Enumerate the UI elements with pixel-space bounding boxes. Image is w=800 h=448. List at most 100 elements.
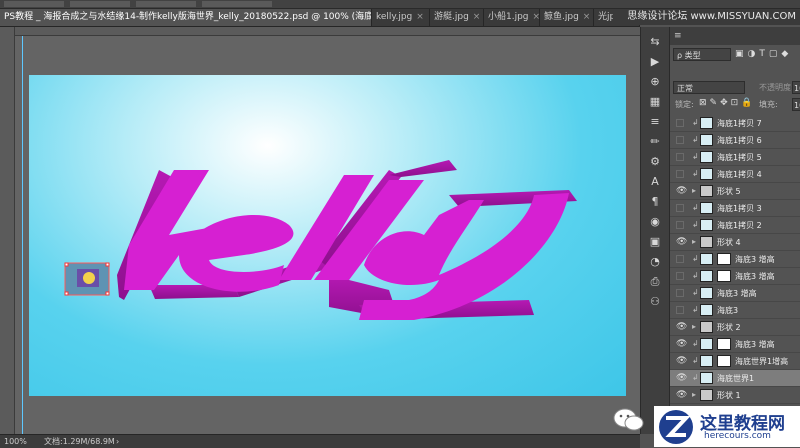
status-arrow-icon[interactable]: › (116, 435, 119, 448)
layer-thumbnail[interactable] (700, 236, 713, 248)
layer-row[interactable]: 👁 ▸ 形状 1 (670, 387, 800, 404)
zoom-level[interactable]: 100% (4, 435, 27, 448)
layer-row[interactable]: ↲ 海底1拷贝 4 (670, 166, 800, 183)
eye-icon[interactable]: 👁 (676, 373, 687, 383)
layer-thumbnail[interactable] (700, 134, 713, 146)
layer-thumbnail[interactable] (700, 372, 713, 384)
tool-icon[interactable]: ⊕ (647, 75, 663, 89)
eye-icon[interactable]: 👁 (676, 186, 687, 196)
tool-icon[interactable]: ✏ (647, 135, 663, 149)
document-info[interactable]: 文档:1.29M/68.9M (44, 435, 115, 448)
visibility-toggle[interactable] (676, 255, 684, 263)
visibility-toggle[interactable] (676, 170, 684, 178)
layer-thumbnail[interactable] (700, 117, 713, 129)
tool-icon[interactable]: ⇆ (647, 35, 663, 49)
expand-arrow-icon[interactable]: ▸ (692, 186, 696, 195)
visibility-toggle[interactable] (676, 119, 684, 127)
layer-thumbnail[interactable] (700, 185, 713, 197)
lock-icons[interactable]: ⊠✎✥⊡🔒 (699, 98, 755, 108)
visibility-toggle[interactable] (676, 204, 684, 212)
layer-thumbnail[interactable] (700, 202, 713, 214)
layer-row[interactable]: 👁 ▸ 形状 5 (670, 183, 800, 200)
ruler-vertical[interactable] (0, 27, 15, 434)
option-field[interactable] (136, 1, 196, 7)
layer-thumbnail[interactable] (700, 219, 713, 231)
expand-arrow-icon[interactable]: ▸ (692, 390, 696, 399)
filter-icons[interactable]: ▣◑T▢◆ (735, 49, 792, 59)
visibility-toggle[interactable] (676, 153, 684, 161)
layer-row[interactable]: ↲ 海底1拷贝 5 (670, 149, 800, 166)
visibility-toggle[interactable] (676, 289, 684, 297)
layer-thumbnail[interactable] (700, 355, 713, 367)
layer-mask[interactable] (717, 355, 731, 367)
expand-arrow-icon[interactable]: ▸ (692, 322, 696, 331)
tool-icon[interactable]: A (647, 175, 663, 189)
tool-icon[interactable]: ▣ (647, 235, 663, 249)
tab-yacht[interactable]: 游艇.jpg × (430, 9, 484, 26)
tool-icon[interactable]: ◉ (647, 215, 663, 229)
option-field[interactable] (4, 1, 64, 7)
layer-filter-select[interactable]: ρ 类型 (673, 48, 731, 61)
layer-thumbnail[interactable] (700, 287, 713, 299)
close-icon[interactable]: × (416, 12, 424, 22)
layer-thumbnail[interactable] (700, 321, 713, 333)
fill-input[interactable]: 10 (792, 98, 800, 111)
tool-icon[interactable]: ⚙ (647, 155, 663, 169)
layer-row[interactable]: 👁 ↲ 海底世界1增高 (670, 353, 800, 370)
eye-icon[interactable]: 👁 (676, 356, 687, 366)
guide-line[interactable] (22, 36, 23, 434)
layer-row[interactable]: ↲ 海底3 增高 (670, 285, 800, 302)
ruler-horizontal[interactable] (14, 27, 640, 36)
tool-icon[interactable]: ⚇ (647, 295, 663, 309)
opacity-input[interactable]: 10 (792, 81, 800, 94)
eye-icon[interactable]: 👁 (676, 390, 687, 400)
layer-row[interactable]: ↲ 海底1拷贝 3 (670, 200, 800, 217)
blend-mode-select[interactable]: 正常 (673, 81, 745, 94)
tool-icon[interactable]: ▶ (647, 55, 663, 69)
option-field[interactable] (202, 1, 272, 7)
visibility-toggle[interactable] (676, 272, 684, 280)
expand-arrow-icon[interactable]: ▸ (692, 237, 696, 246)
eye-icon[interactable]: 👁 (676, 237, 687, 247)
layer-thumbnail[interactable] (700, 304, 713, 316)
tool-icon[interactable]: ≡ (647, 115, 663, 129)
close-icon[interactable]: × (533, 12, 539, 22)
tool-icon[interactable]: ▦ (647, 95, 663, 109)
layer-mask[interactable] (717, 270, 731, 282)
layer-thumbnail[interactable] (700, 270, 713, 282)
eye-icon[interactable]: 👁 (676, 339, 687, 349)
close-icon[interactable]: × (473, 12, 481, 22)
layer-thumbnail[interactable] (700, 338, 713, 350)
layer-row[interactable]: ↲ 海底1拷贝 2 (670, 217, 800, 234)
layer-thumbnail[interactable] (700, 389, 713, 401)
tab-boat[interactable]: 小船1.jpg × (484, 9, 540, 26)
layer-thumbnail[interactable] (700, 168, 713, 180)
layer-row[interactable]: 👁 ↲ 海底3 增高 (670, 336, 800, 353)
tool-icon[interactable]: ⎙ (647, 275, 663, 289)
option-field[interactable] (70, 1, 130, 7)
layer-row[interactable]: ↲ 海底1拷贝 7 (670, 115, 800, 132)
layer-row[interactable]: 👁 ▸ 形状 4 (670, 234, 800, 251)
layer-thumbnail[interactable] (700, 151, 713, 163)
tool-icon[interactable]: ◔ (647, 255, 663, 269)
document-canvas[interactable] (29, 75, 626, 396)
layer-row[interactable]: ↲ 海底3 增高 (670, 268, 800, 285)
close-icon[interactable]: × (583, 12, 591, 22)
tab-kelly[interactable]: kelly.jpg × (372, 9, 430, 26)
visibility-toggle[interactable] (676, 136, 684, 144)
visibility-toggle[interactable] (676, 221, 684, 229)
layer-row[interactable]: ↲ 海底3 (670, 302, 800, 319)
layer-mask[interactable] (717, 338, 731, 350)
layer-mask[interactable] (717, 253, 731, 265)
layer-thumbnail[interactable] (700, 253, 713, 265)
layer-row[interactable]: 👁 ▸ 形状 2 (670, 319, 800, 336)
eye-icon[interactable]: 👁 (676, 322, 687, 332)
tab-main-document[interactable]: PS教程 _ 海报合成之与水结缘14-制作kelly版海世界_kelly_201… (0, 9, 372, 26)
visibility-toggle[interactable] (676, 306, 684, 314)
layer-row[interactable]: 👁 ↲ 海底世界1 (670, 370, 800, 387)
tool-icon[interactable]: ¶ (647, 195, 663, 209)
tab-whale[interactable]: 鲸鱼.jpg × (540, 9, 594, 26)
layer-row[interactable]: ↲ 海底3 增高 (670, 251, 800, 268)
menu-icon[interactable]: ≡ (674, 31, 682, 41)
layer-row[interactable]: ↲ 海底1拷贝 6 (670, 132, 800, 149)
